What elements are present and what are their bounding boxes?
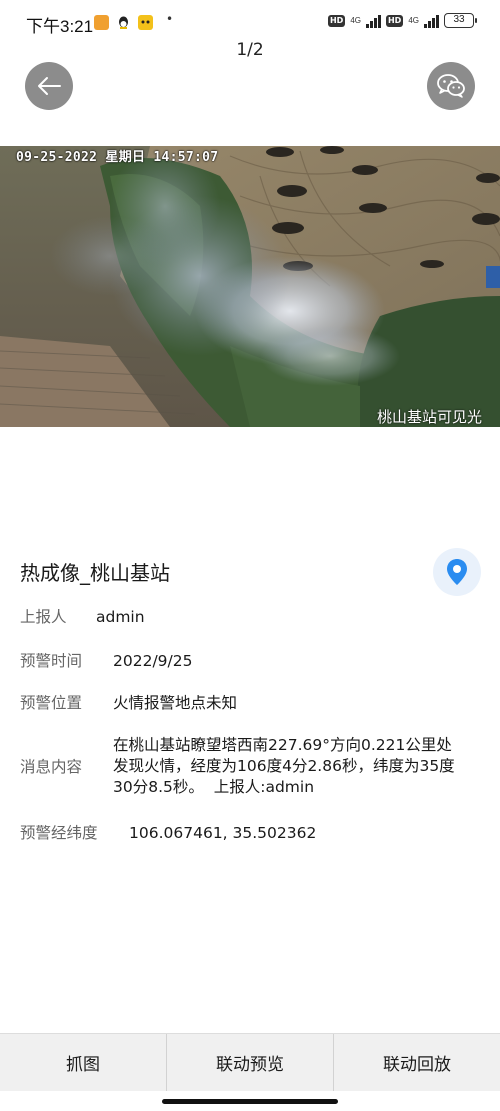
message-line-3: 30分8.5秒。 上报人:admin [113,778,315,796]
wechat-icon [437,74,465,98]
message-line-2: 发现火情，经度为106度4分2.86秒，纬度为35度 [113,757,455,775]
status-time: 下午3:21 [26,17,94,36]
home-indicator[interactable] [162,1099,338,1104]
wechat-share-button[interactable] [427,62,475,110]
status-right-group: HD 4G HD 4G 33 [327,13,477,28]
notification-app-icon [94,15,109,30]
alarm-time-label: 预警时间 [20,652,83,670]
capture-button[interactable]: 抓图 [0,1034,167,1091]
network-type: 4G [350,16,361,25]
alarm-time-row: 预警时间 2022/9/25 [20,649,192,671]
hd-badge: HD [327,14,346,27]
osd-timestamp: 09-25-2022 星期日 14:57:07 [16,150,219,165]
message-label: 消息内容 [20,758,83,776]
message-label-row: 消息内容 [20,755,82,777]
alarm-title: 热成像_桃山基站 [20,561,170,585]
camera-label: 桃山基站可见光 [376,408,482,426]
app-badge-icon [138,15,153,30]
battery-icon: 33 [444,13,477,28]
reporter-label: 上报人 [20,608,67,626]
reporter-row: 上报人 admin [20,605,145,627]
page-indicator: 1/2 [236,40,264,60]
reporter-value: admin [96,608,145,626]
back-button[interactable] [25,62,73,110]
signal-icon-2 [424,14,439,28]
location-button[interactable] [433,548,481,596]
bottom-action-bar: 抓图 联动预览 联动回放 [0,1033,500,1091]
arrow-left-icon [38,77,61,95]
message-line-1: 在桃山基站瞭望塔西南227.69°方向0.221公里处 [113,736,452,754]
message-content: 在桃山基站瞭望塔西南227.69°方向0.221公里处 发现火情，经度为106度… [113,735,488,798]
coords-label: 预警经纬度 [20,824,98,842]
qq-icon [116,15,131,30]
signal-icon [365,14,381,28]
coords-row: 预警经纬度 106.067461, 35.502362 [20,821,316,843]
linked-preview-button[interactable]: 联动预览 [167,1034,334,1091]
alarm-position-value: 火情报警地点未知 [113,694,238,712]
status-bar: 下午3:21 • HD 4G HD 4G 33 [0,0,500,40]
alarm-position-label: 预警位置 [20,694,83,712]
hd-badge-2: HD [385,14,404,27]
coords-value: 106.067461, 35.502362 [129,824,317,842]
alarm-time-value: 2022/9/25 [113,652,193,670]
status-dot: • [166,12,174,26]
linked-playback-button[interactable]: 联动回放 [334,1034,500,1091]
fire-alarm-photo[interactable]: 09-25-2022 星期日 14:57:07 桃山基站可见光 [0,146,500,427]
network-type-2: 4G [408,16,419,25]
alarm-position-row: 预警位置 火情报警地点未知 [20,691,237,713]
map-pin-icon [447,559,467,585]
